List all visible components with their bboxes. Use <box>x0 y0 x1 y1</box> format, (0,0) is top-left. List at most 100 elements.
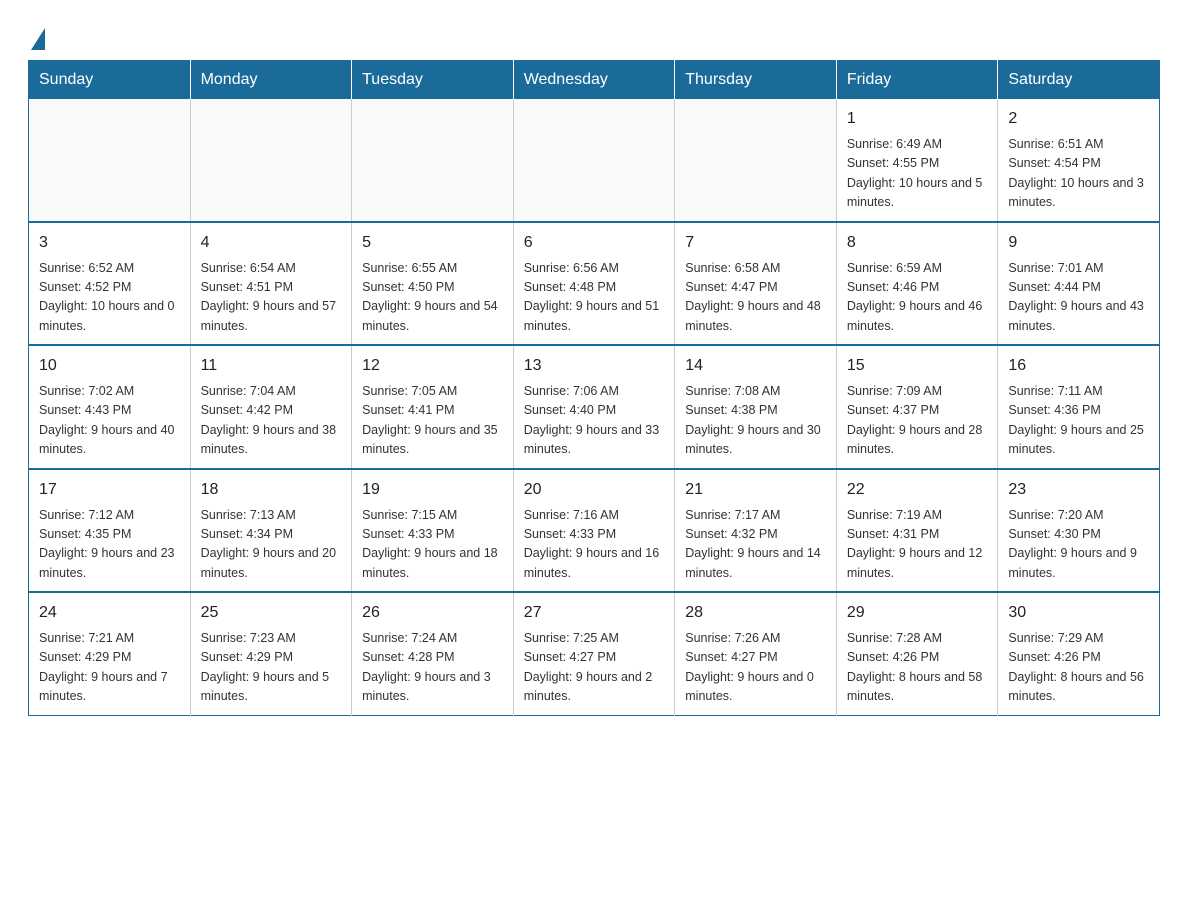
calendar-cell <box>675 99 837 222</box>
calendar-week-row: 24 Sunrise: 7:21 AMSunset: 4:29 PMDayligh… <box>29 592 1160 715</box>
logo-triangle-icon <box>31 28 45 50</box>
calendar-cell: 17 Sunrise: 7:12 AMSunset: 4:35 PMDayligh… <box>29 469 191 593</box>
day-info: Sunrise: 6:56 AMSunset: 4:48 PMDaylight:… <box>524 259 665 337</box>
calendar-week-row: 1 Sunrise: 6:49 AMSunset: 4:55 PMDaylight… <box>29 99 1160 222</box>
day-number: 7 <box>685 231 826 255</box>
day-info: Sunrise: 7:16 AMSunset: 4:33 PMDaylight:… <box>524 506 665 584</box>
day-info: Sunrise: 7:08 AMSunset: 4:38 PMDaylight:… <box>685 382 826 460</box>
day-info: Sunrise: 7:01 AMSunset: 4:44 PMDaylight:… <box>1008 259 1149 337</box>
day-number: 8 <box>847 231 988 255</box>
calendar-cell: 2 Sunrise: 6:51 AMSunset: 4:54 PMDaylight… <box>998 99 1160 222</box>
day-number: 22 <box>847 478 988 502</box>
day-number: 23 <box>1008 478 1149 502</box>
day-info: Sunrise: 7:26 AMSunset: 4:27 PMDaylight:… <box>685 629 826 707</box>
day-number: 21 <box>685 478 826 502</box>
day-number: 12 <box>362 354 503 378</box>
day-info: Sunrise: 7:06 AMSunset: 4:40 PMDaylight:… <box>524 382 665 460</box>
day-number: 20 <box>524 478 665 502</box>
day-number: 13 <box>524 354 665 378</box>
weekday-header: Tuesday <box>352 61 514 100</box>
calendar-cell: 29 Sunrise: 7:28 AMSunset: 4:26 PMDayligh… <box>836 592 998 715</box>
calendar-table: SundayMondayTuesdayWednesdayThursdayFrid… <box>28 60 1160 716</box>
calendar-cell: 11 Sunrise: 7:04 AMSunset: 4:42 PMDayligh… <box>190 345 352 469</box>
day-number: 25 <box>201 601 342 625</box>
day-info: Sunrise: 6:54 AMSunset: 4:51 PMDaylight:… <box>201 259 342 337</box>
day-number: 29 <box>847 601 988 625</box>
calendar-cell <box>29 99 191 222</box>
calendar-cell: 14 Sunrise: 7:08 AMSunset: 4:38 PMDayligh… <box>675 345 837 469</box>
day-number: 16 <box>1008 354 1149 378</box>
calendar-week-row: 3 Sunrise: 6:52 AMSunset: 4:52 PMDaylight… <box>29 222 1160 346</box>
day-info: Sunrise: 7:19 AMSunset: 4:31 PMDaylight:… <box>847 506 988 584</box>
day-info: Sunrise: 6:52 AMSunset: 4:52 PMDaylight:… <box>39 259 180 337</box>
day-info: Sunrise: 7:12 AMSunset: 4:35 PMDaylight:… <box>39 506 180 584</box>
day-number: 24 <box>39 601 180 625</box>
day-info: Sunrise: 6:58 AMSunset: 4:47 PMDaylight:… <box>685 259 826 337</box>
day-info: Sunrise: 7:11 AMSunset: 4:36 PMDaylight:… <box>1008 382 1149 460</box>
calendar-cell: 24 Sunrise: 7:21 AMSunset: 4:29 PMDayligh… <box>29 592 191 715</box>
page-header <box>28 24 1160 44</box>
calendar-week-row: 10 Sunrise: 7:02 AMSunset: 4:43 PMDayligh… <box>29 345 1160 469</box>
calendar-cell: 27Sunrise: 7:25 AMSunset: 4:27 PMDayligh… <box>513 592 675 715</box>
day-number: 10 <box>39 354 180 378</box>
day-number: 5 <box>362 231 503 255</box>
weekday-header: Monday <box>190 61 352 100</box>
day-number: 28 <box>685 601 826 625</box>
day-info: Sunrise: 7:02 AMSunset: 4:43 PMDaylight:… <box>39 382 180 460</box>
day-info: Sunrise: 6:55 AMSunset: 4:50 PMDaylight:… <box>362 259 503 337</box>
weekday-header: Friday <box>836 61 998 100</box>
calendar-cell: 25Sunrise: 7:23 AMSunset: 4:29 PMDayligh… <box>190 592 352 715</box>
day-number: 11 <box>201 354 342 378</box>
calendar-cell: 3 Sunrise: 6:52 AMSunset: 4:52 PMDaylight… <box>29 222 191 346</box>
calendar-cell: 23 Sunrise: 7:20 AMSunset: 4:30 PMDayligh… <box>998 469 1160 593</box>
day-info: Sunrise: 7:09 AMSunset: 4:37 PMDaylight:… <box>847 382 988 460</box>
day-number: 3 <box>39 231 180 255</box>
calendar-cell <box>513 99 675 222</box>
calendar-cell: 28 Sunrise: 7:26 AMSunset: 4:27 PMDayligh… <box>675 592 837 715</box>
day-number: 18 <box>201 478 342 502</box>
day-info: Sunrise: 6:49 AMSunset: 4:55 PMDaylight:… <box>847 135 988 213</box>
calendar-cell: 30 Sunrise: 7:29 AMSunset: 4:26 PMDayligh… <box>998 592 1160 715</box>
calendar-cell: 6 Sunrise: 6:56 AMSunset: 4:48 PMDaylight… <box>513 222 675 346</box>
calendar-cell: 19 Sunrise: 7:15 AMSunset: 4:33 PMDayligh… <box>352 469 514 593</box>
calendar-cell: 15Sunrise: 7:09 AMSunset: 4:37 PMDayligh… <box>836 345 998 469</box>
weekday-header: Sunday <box>29 61 191 100</box>
day-info: Sunrise: 7:04 AMSunset: 4:42 PMDaylight:… <box>201 382 342 460</box>
day-info: Sunrise: 7:24 AMSunset: 4:28 PMDaylight:… <box>362 629 503 707</box>
day-number: 17 <box>39 478 180 502</box>
day-number: 9 <box>1008 231 1149 255</box>
calendar-cell: 12 Sunrise: 7:05 AMSunset: 4:41 PMDayligh… <box>352 345 514 469</box>
day-number: 26 <box>362 601 503 625</box>
calendar-header-row: SundayMondayTuesdayWednesdayThursdayFrid… <box>29 61 1160 100</box>
day-info: Sunrise: 7:17 AMSunset: 4:32 PMDaylight:… <box>685 506 826 584</box>
day-info: Sunrise: 7:15 AMSunset: 4:33 PMDaylight:… <box>362 506 503 584</box>
calendar-week-row: 17 Sunrise: 7:12 AMSunset: 4:35 PMDayligh… <box>29 469 1160 593</box>
calendar-cell: 4 Sunrise: 6:54 AMSunset: 4:51 PMDaylight… <box>190 222 352 346</box>
calendar-cell: 8Sunrise: 6:59 AMSunset: 4:46 PMDaylight… <box>836 222 998 346</box>
day-info: Sunrise: 7:21 AMSunset: 4:29 PMDaylight:… <box>39 629 180 707</box>
day-number: 19 <box>362 478 503 502</box>
day-number: 6 <box>524 231 665 255</box>
day-info: Sunrise: 7:28 AMSunset: 4:26 PMDaylight:… <box>847 629 988 707</box>
calendar-cell <box>190 99 352 222</box>
calendar-cell: 9 Sunrise: 7:01 AMSunset: 4:44 PMDaylight… <box>998 222 1160 346</box>
calendar-cell: 26 Sunrise: 7:24 AMSunset: 4:28 PMDayligh… <box>352 592 514 715</box>
day-number: 4 <box>201 231 342 255</box>
weekday-header: Saturday <box>998 61 1160 100</box>
calendar-cell <box>352 99 514 222</box>
day-info: Sunrise: 7:13 AMSunset: 4:34 PMDaylight:… <box>201 506 342 584</box>
day-info: Sunrise: 7:25 AMSunset: 4:27 PMDaylight:… <box>524 629 665 707</box>
day-number: 30 <box>1008 601 1149 625</box>
day-info: Sunrise: 7:20 AMSunset: 4:30 PMDaylight:… <box>1008 506 1149 584</box>
day-info: Sunrise: 7:29 AMSunset: 4:26 PMDaylight:… <box>1008 629 1149 707</box>
weekday-header: Wednesday <box>513 61 675 100</box>
day-number: 1 <box>847 107 988 131</box>
day-info: Sunrise: 6:51 AMSunset: 4:54 PMDaylight:… <box>1008 135 1149 213</box>
calendar-cell: 21 Sunrise: 7:17 AMSunset: 4:32 PMDayligh… <box>675 469 837 593</box>
day-number: 14 <box>685 354 826 378</box>
calendar-cell: 10 Sunrise: 7:02 AMSunset: 4:43 PMDayligh… <box>29 345 191 469</box>
weekday-header: Thursday <box>675 61 837 100</box>
day-number: 2 <box>1008 107 1149 131</box>
day-info: Sunrise: 7:05 AMSunset: 4:41 PMDaylight:… <box>362 382 503 460</box>
calendar-cell: 1 Sunrise: 6:49 AMSunset: 4:55 PMDaylight… <box>836 99 998 222</box>
